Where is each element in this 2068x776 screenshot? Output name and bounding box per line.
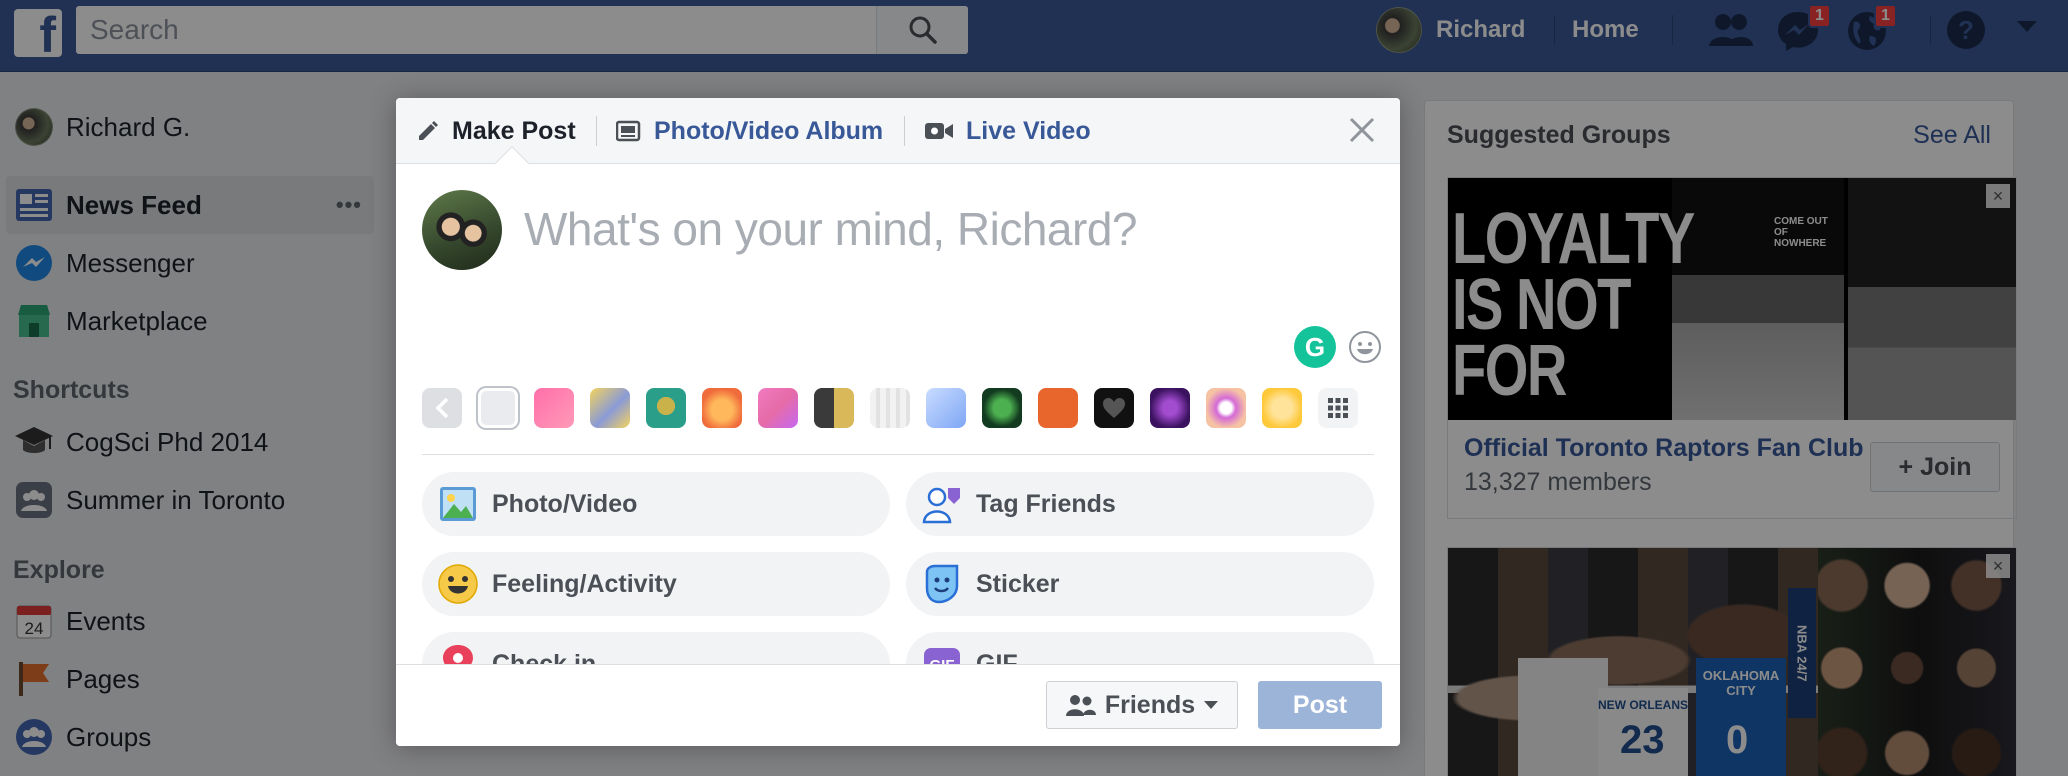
- swatch-black-heart[interactable]: [1094, 388, 1134, 428]
- swatch-teal[interactable]: [646, 388, 686, 428]
- grammarly-icon[interactable]: G: [1294, 326, 1336, 368]
- photo-video-option[interactable]: Photo/Video: [422, 472, 890, 536]
- swatch-donut[interactable]: [1206, 388, 1246, 428]
- chevron-left-icon: [435, 397, 449, 419]
- audience-label: Friends: [1104, 690, 1196, 719]
- swatch-pink[interactable]: [758, 388, 798, 428]
- caret-down-icon: [1204, 701, 1219, 709]
- video-camera-icon: [924, 120, 954, 142]
- sticker-icon: [922, 564, 962, 604]
- tab-label: Live Video: [966, 116, 1091, 145]
- tag-friends-option[interactable]: Tag Friends: [906, 472, 1374, 536]
- composer-tabs: Make Post Photo/Video Album Live Video: [396, 98, 1400, 164]
- tab-divider: [904, 116, 905, 146]
- swatch-leaf[interactable]: [982, 388, 1022, 428]
- swatch-lemon[interactable]: [1262, 388, 1302, 428]
- option-label: Feeling/Activity: [492, 569, 677, 598]
- swatch-stripes[interactable]: [590, 388, 630, 428]
- swatch-light-pattern[interactable]: [870, 388, 910, 428]
- tab-label: Make Post: [452, 116, 576, 145]
- swatch-orange-solid[interactable]: [1038, 388, 1078, 428]
- post-button[interactable]: Post: [1258, 681, 1382, 729]
- friends-icon: [1065, 695, 1096, 716]
- tab-photo-video-album[interactable]: Photo/Video Album: [616, 98, 883, 164]
- swatch-hearts[interactable]: [534, 388, 574, 428]
- emoji-button[interactable]: [1348, 330, 1382, 369]
- pencil-icon: [416, 119, 440, 143]
- tab-live-video[interactable]: Live Video: [924, 98, 1091, 164]
- grid-icon: [1328, 398, 1348, 418]
- tab-make-post[interactable]: Make Post: [416, 98, 576, 164]
- tab-divider: [596, 116, 597, 146]
- avatar: [422, 190, 502, 270]
- tag-friends-icon: [922, 484, 962, 524]
- divider: [422, 454, 1374, 455]
- heart-icon: [1103, 398, 1125, 418]
- album-icon: [616, 119, 642, 143]
- option-label: Sticker: [976, 569, 1060, 598]
- more-backgrounds-button[interactable]: [1318, 388, 1358, 428]
- photo-icon: [438, 484, 478, 524]
- smiley-icon: [1349, 331, 1381, 363]
- close-icon: [1349, 117, 1375, 143]
- feeling-icon: [438, 564, 478, 604]
- tab-label: Photo/Video Album: [654, 116, 884, 145]
- post-text-input[interactable]: What's on your mind, Richard?: [524, 202, 1138, 256]
- sticker-option[interactable]: Sticker: [906, 552, 1374, 616]
- swatch-blue[interactable]: [926, 388, 966, 428]
- swatch-orange[interactable]: [702, 388, 742, 428]
- create-post-dialog: Make Post Photo/Video Album Live Video W…: [396, 98, 1400, 746]
- composer-footer: Friends Post: [396, 664, 1400, 746]
- swatch-back-button[interactable]: [422, 388, 462, 428]
- swatch-plain[interactable]: [478, 388, 518, 428]
- option-label: Tag Friends: [976, 489, 1116, 518]
- close-dialog-button[interactable]: [1344, 112, 1380, 148]
- swatch-dark[interactable]: [814, 388, 854, 428]
- option-label: Photo/Video: [492, 489, 638, 518]
- feeling-activity-option[interactable]: Feeling/Activity: [422, 552, 890, 616]
- audience-selector[interactable]: Friends: [1046, 681, 1238, 729]
- swatch-purple[interactable]: [1150, 388, 1190, 428]
